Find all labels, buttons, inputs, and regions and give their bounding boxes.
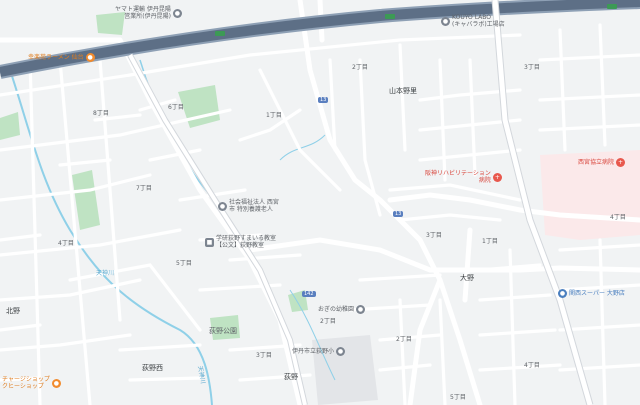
label-chome: 3丁目 [426,232,442,239]
label-chome: 2丁目 [396,336,412,343]
label-chome: 4丁目 [524,362,540,369]
poi-charge-sub: クヒーショップ [2,383,44,390]
route-142-shield: 142 [302,291,316,297]
label-ogino-nishi: 荻野西 [142,364,163,372]
poi-ogino-elementary[interactable]: 伊丹市立荻野小 ● [292,347,346,356]
label-ono: 大野 [460,274,474,282]
map-layer [0,0,640,405]
poi-kouyo-sub: (キャバラボ)工場店 [452,21,505,28]
label-chome: 5丁目 [176,260,192,267]
poi-super-name: 関西スーパー 大野店 [569,290,625,297]
label-chome: 6丁目 [168,104,184,111]
poi-gakken-name: 学研荻野すまいる教室 [216,235,277,242]
store-icon: ● [172,8,182,18]
label-kitano: 北野 [6,307,20,315]
poi-kouyo-labo[interactable]: ● KOUYO LABO (キャバラボ)工場店 [441,14,505,28]
poi-welfare-sub: 市 特別養護老人 [229,206,273,213]
poi-nishinomiya-hospital[interactable]: 西宮協立病院 + [578,158,626,167]
poi-yamato-sub: 営業所(伊丹昆陽) [124,13,171,20]
park-area-edge [0,112,20,140]
label-chome: 3丁目 [256,352,272,359]
label-chome: 2丁目 [320,318,336,325]
route-13-shield-south: 13 [393,211,404,217]
poi-gakken[interactable]: ■ 学研荻野すまいる教室 【公文】荻野教室 [205,235,276,249]
expressway-shield-3 [607,4,617,9]
label-yamamoto: 山本野里 [389,87,417,95]
poi-charge-shop[interactable]: チャージショップ クヒーショップ ● [2,376,61,390]
poi-yamato-name: ヤマト運輸 伊丹昆陽 [115,6,171,13]
poi-elementary-name: 伊丹市立荻野小 [292,348,335,355]
school-ground [312,335,378,405]
school-icon: ■ [205,237,214,247]
canal-2 [279,134,326,161]
label-chome: 8丁目 [93,110,109,117]
poi-hospital-name: 西宮協立病院 [578,159,615,166]
poi-welfare[interactable]: ● 社会福祉法人 西宮 市 特別養護老人 [218,199,279,213]
label-ogino-park: 荻野公園 [209,327,237,335]
label-chome: 2丁目 [352,64,368,71]
kindergarten-icon: ● [356,305,366,314]
poi-yamato[interactable]: ヤマト運輸 伊丹昆陽 営業所(伊丹昆陽) ● [115,6,182,20]
park-area-west [72,170,100,230]
poi-kindergarten-name: おぎの幼稚園 [318,306,355,313]
poi-ogino-kindergarten[interactable]: おぎの幼稚園 ● [318,305,366,314]
label-chome: 4丁目 [58,240,74,247]
label-chome: 1丁目 [266,112,282,119]
poi-charge-name: チャージショップ [2,376,50,383]
poi-ramen[interactable]: 幸楽苑ラーメン 仙台 ● [28,53,95,62]
store-icon: ● [441,16,450,26]
poi-rehab-sub: 病院 [478,177,491,184]
label-ogino: 荻野 [284,373,298,381]
building-icon: ● [218,201,227,211]
label-chome: 3丁目 [524,64,540,71]
expressway-shield-1 [215,31,225,36]
school-icon: ● [336,347,346,356]
label-chome: 7丁目 [136,185,152,192]
restaurant-icon: ● [85,53,95,62]
poi-kouyo-name: KOUYO LABO [452,14,492,21]
poi-rehab-name: 阪神リハビリテーション [425,170,491,177]
poi-welfare-name: 社会福祉法人 西宮 [229,199,279,206]
label-tenjingawa: 天神川 [96,270,115,277]
shop-icon: ● [51,378,61,388]
poi-hanshin-rehab[interactable]: 阪神リハビリテーション 病院 + [425,170,502,184]
expressway-shield-2 [385,14,395,19]
label-chome: 1丁目 [482,238,498,245]
label-chome: 4丁目 [610,214,626,221]
poi-kansai-super[interactable]: ● 関西スーパー 大野店 [558,289,625,298]
poi-ramen-name: 幸楽苑ラーメン 仙台 [28,54,84,61]
map-canvas[interactable]: 13 13 142 ヤマト運輸 伊丹昆陽 営業所(伊丹昆陽) ● ● KOUYO… [0,0,640,405]
label-chome: 5丁目 [450,394,466,401]
hospital-icon: + [616,158,626,167]
hospital-icon: + [492,172,502,182]
shop-icon: ● [558,289,567,298]
route-13-shield: 13 [318,97,329,103]
poi-gakken-sub: 【公文】荻野教室 [216,242,265,249]
